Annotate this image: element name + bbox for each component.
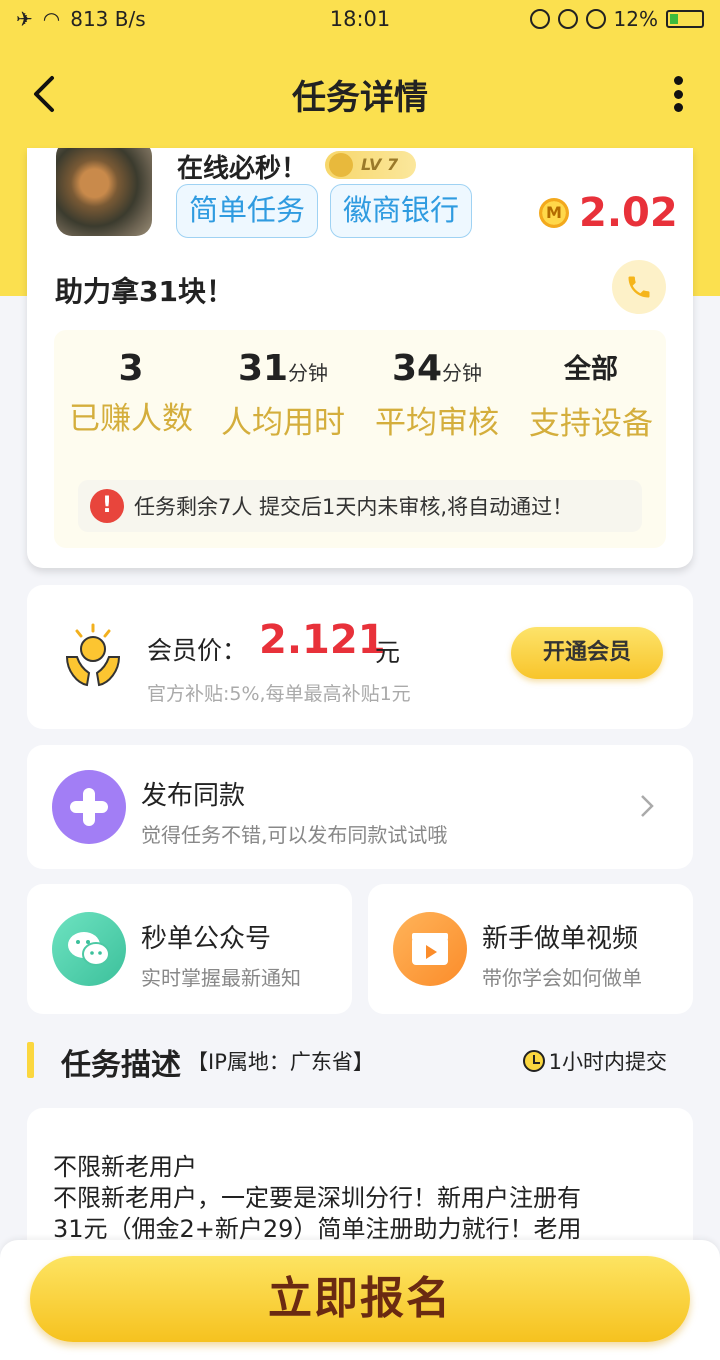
task-title: 在线必秒！: [177, 154, 308, 184]
section-accent-bar: [27, 1042, 34, 1078]
open-membership-button[interactable]: 开通会员: [511, 627, 663, 679]
battery-percent: 12%: [613, 7, 658, 31]
phone-button[interactable]: [612, 260, 666, 314]
alarm-icon: [585, 9, 606, 29]
stat-avg-time: 31分钟 人均用时: [221, 348, 345, 441]
clock-icon: [522, 1050, 545, 1072]
time-limit: 1小时内提交: [522, 1046, 667, 1076]
video-card-desc: 带你学会如何做单: [482, 966, 642, 990]
plus-icon: [52, 770, 126, 844]
hands-coin-icon: [65, 623, 121, 687]
tag-bank: 徽商银行: [330, 184, 473, 238]
task-subtitle: 助力拿31块！: [55, 275, 234, 308]
description-header: 任务描述 【IP属地：广东省】 1小时内提交: [27, 1040, 693, 1083]
airplane-icon: ✈: [16, 7, 33, 31]
member-price-label: 会员价：: [147, 636, 248, 665]
member-price-value: 2.121: [259, 617, 386, 663]
wechat-icon: [52, 912, 126, 986]
chevron-right-icon: [641, 795, 654, 817]
description-line: 不限新老用户，一定要是深圳分行！新用户注册有: [53, 1184, 581, 1212]
stats-panel: 3 已赚人数 31分钟 人均用时 34分钟 平均审核 全部 支持设备 ! 任务剩…: [54, 330, 666, 548]
tutorial-video-card[interactable]: 新手做单视频 带你学会如何做单: [368, 884, 693, 1014]
net-speed: 813 B/s: [70, 7, 146, 31]
publish-desc: 觉得任务不错,可以发布同款试试哦: [141, 823, 448, 847]
subsidy-note: 官方补贴:5%,每单最高补贴1元: [147, 683, 411, 705]
video-card-title: 新手做单视频: [482, 924, 639, 954]
wechat-card-desc: 实时掌握最新通知: [141, 966, 301, 990]
task-price: 2.02: [579, 190, 678, 236]
task-thumbnail: [56, 148, 152, 236]
bottom-action-bar: 立即报名: [0, 1240, 720, 1360]
back-arrow-icon[interactable]: [28, 74, 62, 114]
rotation-lock-icon: [557, 9, 578, 29]
member-price-unit: 元: [375, 638, 401, 667]
more-options-icon[interactable]: [674, 76, 684, 112]
stat-avg-review: 34分钟 平均审核: [375, 348, 499, 441]
description-title: 任务描述: [61, 1048, 181, 1083]
battery-icon: [666, 10, 704, 28]
task-info-card: 在线必秒！ LV 7 简单任务 徽商银行 M 2.02 助力拿31块！ 3 已赚…: [27, 148, 693, 568]
status-bar: ✈ ◠ 813 B/s 18:01 12%: [0, 0, 720, 38]
description-line: 不限新老用户: [53, 1153, 197, 1181]
page-title: 任务详情: [292, 77, 428, 118]
publish-title: 发布同款: [141, 781, 246, 811]
ip-location: 【IP属地：广东省】: [187, 1050, 374, 1074]
level-badge: LV 7: [325, 151, 417, 179]
alert-icon: !: [90, 489, 124, 523]
video-icon: [393, 912, 467, 986]
signup-button[interactable]: 立即报名: [30, 1256, 690, 1342]
stat-earned-count: 3 已赚人数: [69, 348, 193, 437]
warning-text: 任务剩余7人 提交后1天内未审核,将自动通过！: [134, 495, 574, 519]
clock-time: 18:01: [329, 7, 391, 31]
publish-same-card[interactable]: 发布同款 觉得任务不错,可以发布同款试试哦: [27, 745, 693, 869]
do-not-disturb-icon: [529, 9, 550, 29]
coin-icon: M: [539, 198, 569, 228]
member-price-card: 会员价： 2.121 元 官方补贴:5%,每单最高补贴1元 开通会员: [27, 585, 693, 729]
phone-icon: [628, 276, 650, 298]
wechat-account-card[interactable]: 秒单公众号 实时掌握最新通知: [27, 884, 352, 1014]
navbar: 任务详情: [0, 44, 720, 144]
wechat-card-title: 秒单公众号: [141, 924, 272, 954]
tag-simple-task: 简单任务: [176, 184, 319, 238]
wifi-icon: ◠: [42, 7, 61, 31]
stat-devices: 全部 支持设备: [529, 354, 653, 442]
task-warning: ! 任务剩余7人 提交后1天内未审核,将自动通过！: [78, 480, 642, 532]
